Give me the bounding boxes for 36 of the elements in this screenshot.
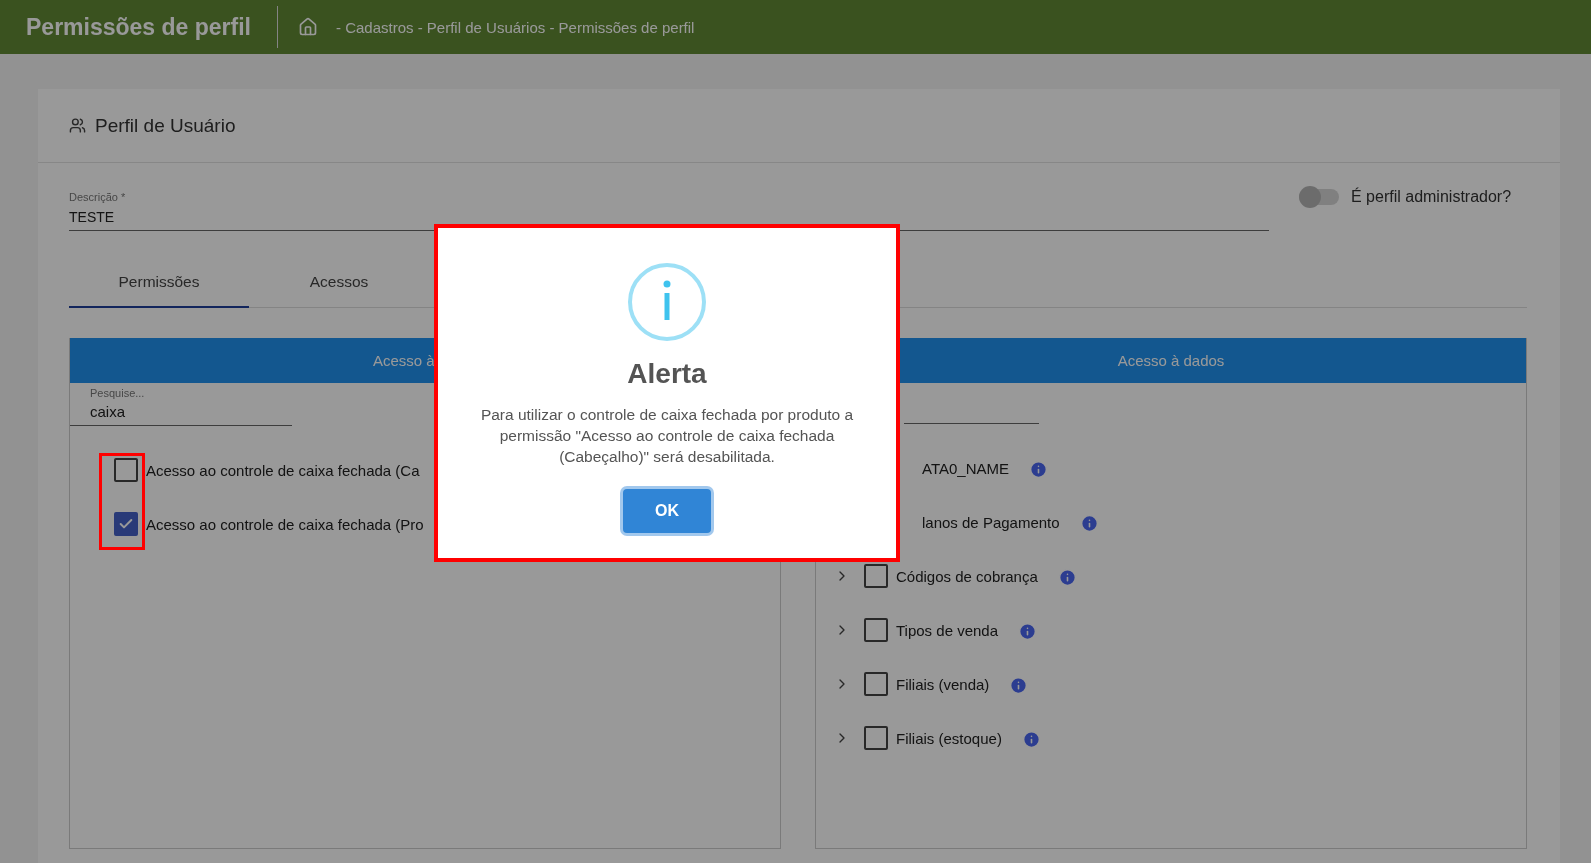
permission-label: Acesso ao controle de caixa fechada (Pro [146,515,424,533]
info-icon[interactable] [1079,514,1099,533]
admin-toggle[interactable] [1299,189,1339,205]
dialog-title: Alerta [627,358,707,390]
tab[interactable]: Permissões [69,263,249,308]
checkbox[interactable] [864,672,888,696]
checkbox[interactable] [114,458,138,482]
data-label: Filiais (venda) [896,675,990,693]
data-label: ATA0_NAME [922,459,1009,477]
ok-button[interactable]: OK [623,489,711,533]
data-label: Filiais (estoque) [896,729,1002,747]
info-icon[interactable] [1009,676,1029,695]
checkbox[interactable] [114,512,138,536]
toggle-label: É perfil administrador? [1351,188,1512,206]
panel-title: Acesso à dados [1117,352,1225,369]
breadcrumb: - Cadastros - Perfil de Usuários - Permissões de perfil [336,18,695,36]
page-title: Permissões de perfil [26,13,252,41]
panel-title: Acesso à [373,352,435,369]
info-icon[interactable] [1028,460,1048,479]
permission-label: Acesso ao controle de caixa fechada (Ca [146,461,420,479]
info-icon[interactable] [1021,730,1041,749]
card-title: Perfil de Usuário [95,114,236,137]
info-icon[interactable] [1057,568,1077,587]
tab[interactable]: Acessos [249,263,429,308]
data-label: Tipos de venda [896,621,998,639]
home-icon[interactable] [298,17,318,37]
checkbox[interactable] [864,564,888,588]
checkbox[interactable] [864,618,888,642]
users-icon [69,117,86,134]
data-label: lanos de Pagamento [922,513,1060,531]
info-icon[interactable] [1018,622,1037,641]
info-icon [627,262,707,342]
data-label: Códigos de cobrança [896,567,1038,585]
checkbox[interactable] [864,726,888,750]
dialog-message: Para utilizar o controle de caixa fechada por produto a permissão "Acesso ao controle de caixa fechada (Cabeçalho)" será desabilitada. [479,405,855,467]
search-field[interactable]: Pesquise... caixa [70,383,292,426]
